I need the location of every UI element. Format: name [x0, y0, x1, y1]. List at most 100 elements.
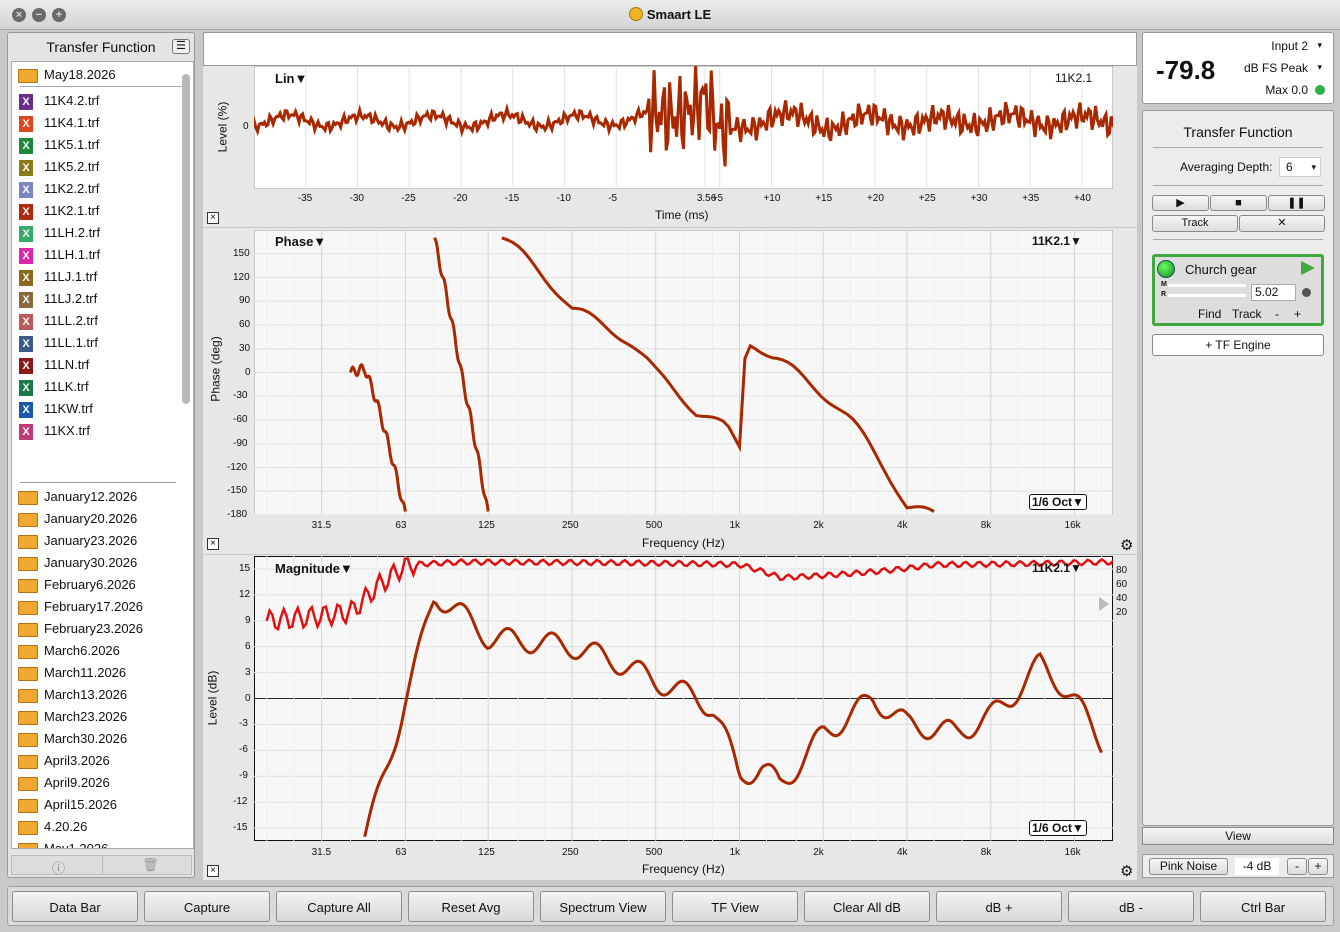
- trace-file-row[interactable]: X 11K2.2.trf: [12, 178, 182, 200]
- phase-mode-label[interactable]: Phase▼: [275, 234, 326, 249]
- magnitude-trace-name[interactable]: 11K2.1▼: [1032, 561, 1082, 575]
- session-folder-row[interactable]: April15.2026: [12, 794, 182, 816]
- phase-y-axis-title: Phase (deg): [208, 336, 223, 402]
- close-plot-icon[interactable]: ×: [207, 212, 219, 224]
- trace-file-row[interactable]: X 11K4.2.trf: [12, 90, 182, 112]
- trace-file-row[interactable]: X 11LL.1.trf: [12, 332, 182, 354]
- x-tick-label: 63: [395, 520, 407, 531]
- file-browser-panel: Transfer Function ☰ May18.2026 X 11K4.2.t…: [7, 32, 195, 878]
- session-folder-row[interactable]: April3.2026: [12, 750, 182, 772]
- engine-on-icon[interactable]: [1157, 260, 1175, 278]
- impulse-mode-label[interactable]: Lin▼: [275, 71, 307, 86]
- session-folder-row[interactable]: May18.2026: [12, 64, 182, 86]
- track-delay-button[interactable]: Track: [1232, 307, 1262, 321]
- phase-plot[interactable]: [254, 230, 1113, 515]
- y-tick-label: 15: [239, 562, 251, 574]
- session-folder-row[interactable]: February6.2026: [12, 574, 182, 596]
- trace-file-row[interactable]: X 11LJ.2.trf: [12, 288, 182, 310]
- pink-noise-button[interactable]: Pink Noise: [1149, 858, 1228, 875]
- play-button[interactable]: ▶: [1152, 195, 1209, 211]
- x-tick-label: 1k: [729, 520, 741, 531]
- trace-file-row[interactable]: X 11LH.2.trf: [12, 222, 182, 244]
- session-folder-row[interactable]: March6.2026: [12, 640, 182, 662]
- meter-mode-select[interactable]: dB FS Peak: [1244, 61, 1308, 75]
- magnitude-plot[interactable]: [254, 556, 1113, 841]
- phase-trace-name[interactable]: 11K2.1▼: [1032, 234, 1082, 248]
- file-list[interactable]: May18.2026 X 11K4.2.trf X 11K4.1.trf X 11K5.1…: [11, 61, 194, 849]
- scrollbar-thumb[interactable]: [182, 74, 190, 404]
- delay-lock-icon[interactable]: [1302, 288, 1311, 297]
- magnitude-smoothing-select[interactable]: 1/6 Oct▼: [1029, 820, 1087, 836]
- session-folder-row[interactable]: May1.2026: [12, 838, 182, 848]
- delay-minus-button[interactable]: -: [1275, 307, 1279, 321]
- session-folder-row[interactable]: January30.2026: [12, 552, 182, 574]
- command-button[interactable]: TF View: [672, 891, 798, 922]
- tf-engine-card[interactable]: Church gear M R 5.02 Find Track - +: [1152, 254, 1324, 326]
- chevron-down-icon[interactable]: ▾: [1317, 40, 1322, 51]
- trace-file-row[interactable]: X 11LL.2.trf: [12, 310, 182, 332]
- coherence-tick-label: 40: [1116, 593, 1128, 604]
- engine-play-icon[interactable]: [1301, 261, 1315, 275]
- command-button[interactable]: dB +: [936, 891, 1062, 922]
- session-folder-row[interactable]: February23.2026: [12, 618, 182, 640]
- command-button[interactable]: Ctrl Bar: [1200, 891, 1326, 922]
- trace-file-row[interactable]: X 11LN.trf: [12, 354, 182, 376]
- x-tick-label: 16k: [1064, 847, 1081, 858]
- trace-file-row[interactable]: X 11K5.1.trf: [12, 134, 182, 156]
- averaging-select[interactable]: 6 ▾: [1279, 157, 1321, 177]
- menu-icon[interactable]: ☰: [172, 39, 190, 54]
- input-select[interactable]: Input 2: [1271, 39, 1308, 53]
- stop-button[interactable]: ■: [1210, 195, 1267, 211]
- session-folder-row[interactable]: 4.20.26: [12, 816, 182, 838]
- session-folder-row[interactable]: January20.2026: [12, 508, 182, 530]
- trace-file-row[interactable]: X 11LH.1.trf: [12, 244, 182, 266]
- trace-file-row[interactable]: X 11KW.trf: [12, 398, 182, 420]
- command-button[interactable]: Spectrum View: [540, 891, 666, 922]
- magnitude-mode-label[interactable]: Magnitude▼: [275, 561, 353, 576]
- session-folder-row[interactable]: January12.2026: [12, 486, 182, 508]
- scrollbar[interactable]: [181, 64, 191, 848]
- tools-icon[interactable]: ✕: [1239, 215, 1325, 232]
- command-button[interactable]: Reset Avg: [408, 891, 534, 922]
- close-plot-icon[interactable]: ×: [207, 538, 219, 550]
- trace-file-row[interactable]: X 11LJ.1.trf: [12, 266, 182, 288]
- delay-plus-button[interactable]: +: [1294, 307, 1301, 321]
- generator-level-field[interactable]: -4 dB: [1235, 858, 1279, 875]
- trash-icon[interactable]: 🗑: [142, 857, 159, 873]
- trace-file-icon: X: [19, 358, 33, 374]
- view-button[interactable]: View: [1142, 827, 1334, 845]
- session-folder-row[interactable]: April9.2026: [12, 772, 182, 794]
- add-tf-engine-button[interactable]: + TF Engine: [1152, 334, 1324, 356]
- gear-icon[interactable]: ⚙: [1120, 536, 1133, 554]
- track-button[interactable]: Track: [1152, 215, 1238, 232]
- phase-smoothing-select[interactable]: 1/6 Oct▼: [1029, 494, 1087, 510]
- command-button[interactable]: Clear All dB: [804, 891, 930, 922]
- impulse-plot[interactable]: [254, 66, 1113, 189]
- trace-file-row[interactable]: X 11K5.2.trf: [12, 156, 182, 178]
- trace-file-name: 11LN.trf: [44, 357, 90, 372]
- gear-icon[interactable]: ⚙: [1120, 862, 1133, 880]
- generator-plus-button[interactable]: +: [1308, 858, 1328, 875]
- session-folder-row[interactable]: January23.2026: [12, 530, 182, 552]
- session-folder-row[interactable]: March11.2026: [12, 662, 182, 684]
- session-folder-row[interactable]: March30.2026: [12, 728, 182, 750]
- command-button[interactable]: dB -: [1068, 891, 1194, 922]
- command-button[interactable]: Capture All: [276, 891, 402, 922]
- trace-file-row[interactable]: X 11K2.1.trf: [12, 200, 182, 222]
- close-plot-icon[interactable]: ×: [207, 865, 219, 877]
- trace-file-row[interactable]: X 11K4.1.trf: [12, 112, 182, 134]
- command-button[interactable]: Data Bar: [12, 891, 138, 922]
- delay-field[interactable]: 5.02: [1251, 284, 1296, 301]
- generator-minus-button[interactable]: -: [1287, 858, 1307, 875]
- pause-button[interactable]: ❚❚: [1268, 195, 1325, 211]
- session-folder-row[interactable]: March13.2026: [12, 684, 182, 706]
- session-folder-row[interactable]: March23.2026: [12, 706, 182, 728]
- trace-file-row[interactable]: X 11LK.trf: [12, 376, 182, 398]
- trace-file-row[interactable]: X 11KX.trf: [12, 420, 182, 442]
- info-icon[interactable]: ⓘ: [52, 858, 65, 877]
- chevron-down-icon[interactable]: ▾: [1317, 62, 1322, 73]
- session-folder-row[interactable]: February17.2026: [12, 596, 182, 618]
- find-delay-button[interactable]: Find: [1198, 307, 1221, 321]
- coherence-slider-handle[interactable]: [1099, 597, 1109, 611]
- command-button[interactable]: Capture: [144, 891, 270, 922]
